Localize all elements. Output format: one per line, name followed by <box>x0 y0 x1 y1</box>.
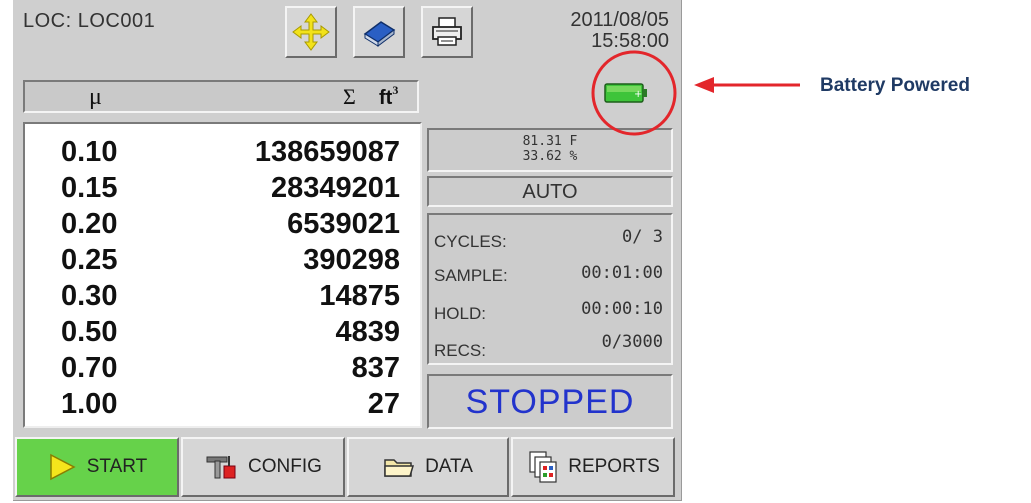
battery-highlight-circle <box>591 50 677 136</box>
annotation-arrowhead <box>694 77 714 93</box>
battery-annotation-label: Battery Powered <box>820 75 970 96</box>
